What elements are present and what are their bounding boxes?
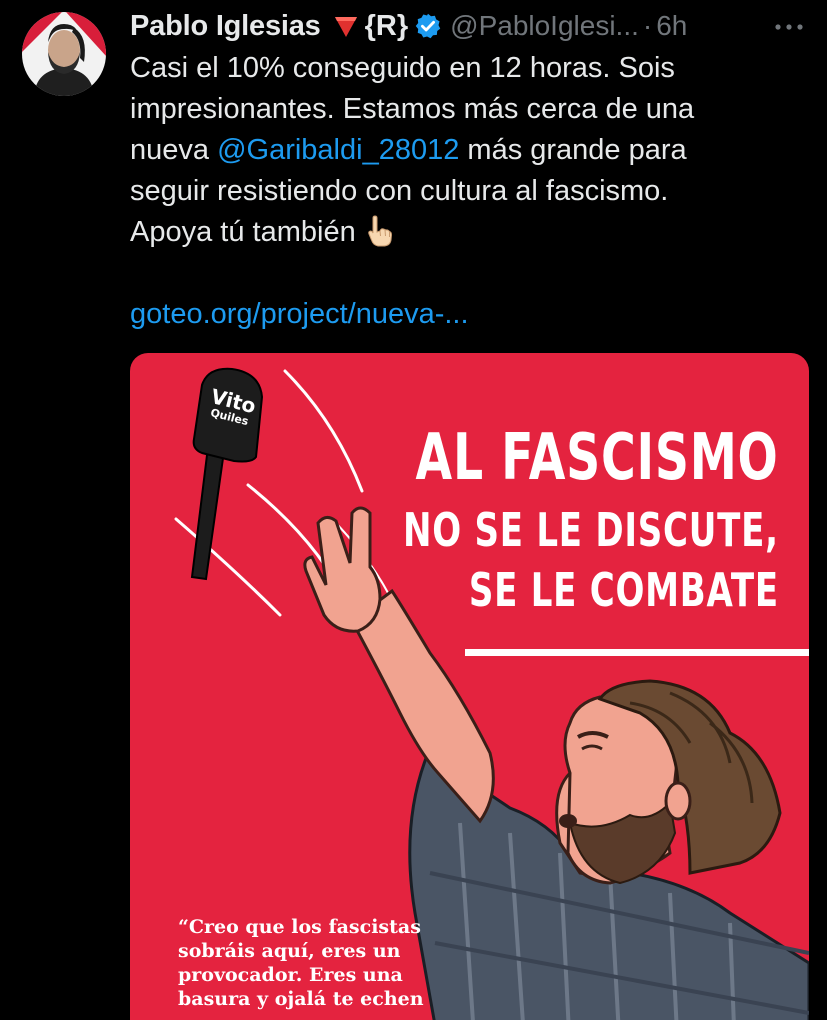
tweet-text-line: Casi el 10% conseguido en 12 horas. Sois [130,52,675,84]
poster-subheadline: NO SE LE DISCUTE, [403,503,779,557]
tweet-text-segment: Apoya tú también [130,216,356,248]
tweet-media-image[interactable]: AL FASCISMO NO SE LE DISCUTE, SE LE COMB… [130,353,809,1020]
red-triangle-down-icon [333,13,359,39]
more-options-icon[interactable] [771,12,807,42]
poster-headline: AL FASCISMO [415,421,779,495]
tweet-text-line: goteo.org/project/nueva-... [130,294,810,335]
display-name[interactable]: Pablo Iglesias [130,10,321,43]
tweet-text-line: Apoya tú también [130,212,810,253]
quote-line: sobráis aquí, eres un [178,940,401,962]
name-suffix: {R} [364,9,409,42]
mention-link[interactable]: @Garibaldi_28012 [217,134,459,166]
quote-line: “Creo que los fascistas [178,916,421,938]
tweet-text-line: impresionantes. Estamos más cerca de una [130,93,695,125]
tweet-text-segment: más grande para [459,134,687,166]
timestamp[interactable]: 6h [656,10,687,42]
quote-line: provocador. Eres una [178,964,403,986]
avatar[interactable] [22,12,106,96]
verified-badge-icon [414,12,442,40]
tweet-text-segment: nueva [130,134,218,166]
tweet[interactable]: Pablo Iglesias {R} @PabloIglesi... · 6h [0,0,827,1020]
avatar-image [22,12,106,96]
poster-subheadline: SE LE COMBATE [469,563,779,617]
poster-divider [465,649,809,656]
user-handle[interactable]: @PabloIglesi... [450,10,639,42]
poster-quote: “Creo que los fascistas sobráis aquí, er… [178,915,478,1011]
backhand-index-pointing-down-icon [364,215,394,247]
quote-line: basura y ojalá te echen [178,988,424,1010]
tweet-text-line: nueva @Garibaldi_28012 más grande para [130,130,810,171]
tweet-text-line: seguir resistiendo con cultura al fascis… [130,175,669,207]
tweet-header: Pablo Iglesias {R} @PabloIglesi... · 6h [130,6,807,46]
separator-dot: · [642,10,653,41]
external-link[interactable]: goteo.org/project/nueva-... [130,298,469,330]
tweet-text: Casi el 10% conseguido en 12 horas. Sois… [130,48,810,335]
